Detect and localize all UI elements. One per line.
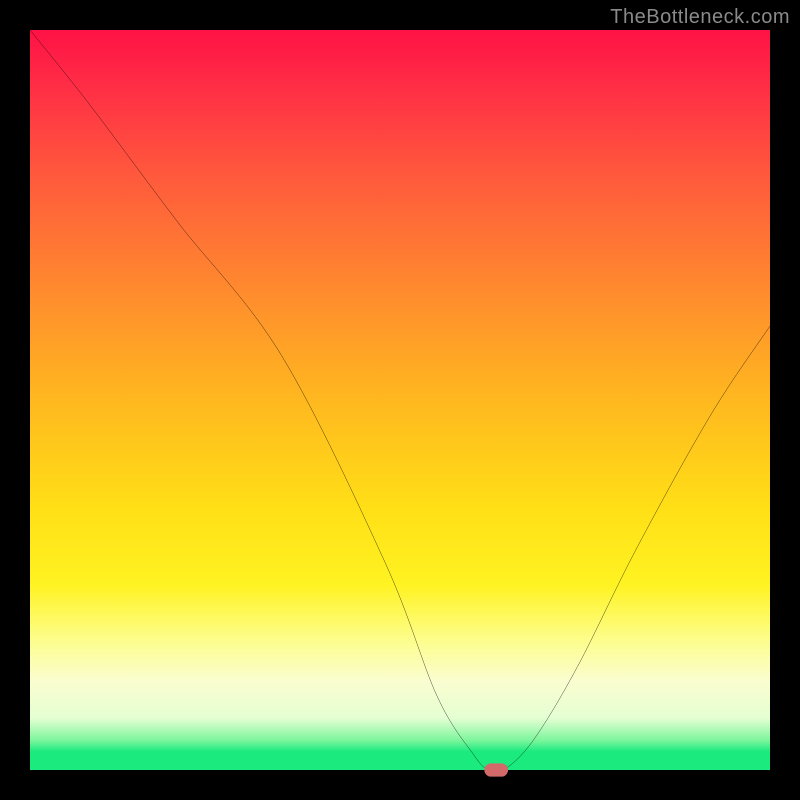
plot-area xyxy=(30,30,770,770)
bottleneck-curve xyxy=(30,30,770,773)
chart-frame: TheBottleneck.com xyxy=(0,0,800,800)
optimal-marker xyxy=(484,763,508,776)
curve-layer xyxy=(30,30,770,770)
watermark-label: TheBottleneck.com xyxy=(610,6,790,29)
